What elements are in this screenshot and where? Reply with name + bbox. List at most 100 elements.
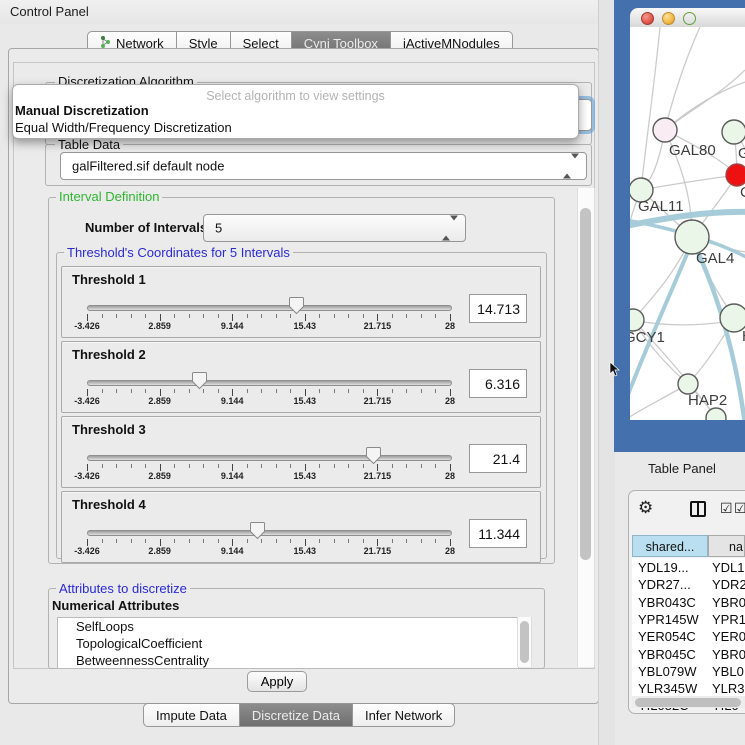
minimize-traffic-icon[interactable] [662,12,675,25]
numerical-attributes-label: Numerical Attributes [52,598,179,613]
network-node[interactable] [630,309,644,331]
attribute-list-item[interactable]: TopologicalCoefficient [58,635,518,652]
column-header-shared[interactable]: shared... [632,535,708,557]
network-window-titlebar[interactable] [630,8,745,28]
table-row-shared-name[interactable]: YBR043C [638,595,696,610]
network-node[interactable] [726,164,745,186]
numerical-attributes-list[interactable]: SelfLoopsTopologicalCoefficientBetweenne… [57,617,519,669]
attributes-scrollbar[interactable] [517,617,532,667]
apply-button[interactable]: Apply [247,671,307,692]
gear-icon[interactable]: ⚙ [638,498,653,518]
slider-tick [247,539,248,543]
slider-tick-label: -3.426 [65,321,109,331]
slider-tick [174,314,175,318]
slider-track[interactable] [87,530,452,536]
network-node[interactable] [675,220,709,254]
table-data-combo[interactable]: galFiltered.sif default node [60,152,587,180]
slider-tick [189,464,190,468]
slider-tick [102,314,103,318]
slider-track[interactable] [87,305,452,311]
vertical-scrollbar[interactable] [577,188,595,667]
slider-tick [218,389,219,393]
network-edge[interactable] [665,27,700,130]
tab-discretize-data[interactable]: Discretize Data [240,703,353,727]
network-node[interactable] [678,374,698,394]
threshold-value-field[interactable]: 21.4 [469,444,527,473]
network-node-label: GAL4 [696,250,734,267]
table-row-shared-name[interactable]: YER054C [638,629,696,644]
table-row-name[interactable]: YBL0 [712,664,744,679]
horizontal-scrollbar-thumb[interactable] [635,698,741,707]
slider-tick [421,389,422,393]
table-data-value: galFiltered.sif default node [72,159,224,174]
column-header-name[interactable]: na [708,535,745,557]
algorithm-hint: Select algorithm to view settings [13,89,578,103]
slider-track[interactable] [87,455,452,461]
attributes-scrollbar-thumb[interactable] [520,621,529,663]
slider-tick [392,314,393,318]
network-node-label: GA [738,145,745,162]
network-graph[interactable]: GAL80GACGAL11GAL4GCY1HHAP2 [630,27,745,420]
slider-tick [406,464,407,468]
slider-tick [377,464,378,471]
interval-definition-title: Interval Definition [56,189,162,204]
vertical-scrollbar-thumb[interactable] [580,208,591,560]
tab-impute-data[interactable]: Impute Data [143,703,240,727]
slider-handle[interactable] [365,446,382,465]
table-row-name[interactable]: YDL1 [712,560,745,575]
threshold-panel-1: Threshold 1-3.4262.8599.14415.4321.71528… [61,266,541,338]
column-layout-icon[interactable] [690,501,706,517]
threshold-value-field[interactable]: 6.316 [469,369,527,398]
slider-tick [276,314,277,318]
slider-tick [131,464,132,468]
slider-tick [450,464,451,471]
slider-tick-label: 28 [428,546,472,556]
algorithm-dropdown-popup: Select algorithm to view settings Manual… [12,84,579,139]
table-row-name[interactable]: YBR0 [712,647,745,662]
table-row-shared-name[interactable]: YPR145W [638,612,699,627]
attribute-list-item[interactable]: BetweennessCentrality [58,652,518,669]
table-row-shared-name[interactable]: YLR345W [638,681,697,696]
menu-item-equal-width-frequency[interactable]: Equal Width/Frequency Discretization [15,120,232,135]
network-node[interactable] [706,408,726,420]
network-node[interactable] [653,118,677,142]
horizontal-scrollbar[interactable] [632,696,745,708]
checkbox-icon[interactable]: ☑ [734,500,745,517]
table-row-shared-name[interactable]: YBR045C [638,647,696,662]
slider-tick [435,389,436,393]
slider-tick [319,464,320,468]
slider-handle[interactable] [191,371,208,390]
threshold-value-field[interactable]: 14.713 [469,294,527,323]
zoom-traffic-icon[interactable] [683,12,696,25]
network-node-label: HAP2 [688,392,727,409]
table-row-shared-name[interactable]: YBL079W [638,664,697,679]
slider-tick [218,539,219,543]
close-traffic-icon[interactable] [641,12,654,25]
menu-item-manual-discretization[interactable]: Manual Discretization [15,103,149,118]
tab-infer-network[interactable]: Infer Network [353,703,455,727]
slider-handle[interactable] [288,296,305,315]
table-row-shared-name[interactable]: YDL19... [638,560,689,575]
table-row-shared-name[interactable]: YDR27... [638,577,691,592]
table-row-name[interactable]: YER0 [712,629,745,644]
threshold-value-field[interactable]: 11.344 [469,519,527,548]
slider-tick [334,464,335,468]
network-edge[interactable] [641,175,737,190]
slider-handle[interactable] [249,521,266,540]
slider-tick [261,389,262,393]
combo-arrows-icon [563,159,579,174]
table-row-name[interactable]: YLR3 [712,681,745,696]
slider-tick-label: -3.426 [65,546,109,556]
slider-tick-label: 2.859 [138,546,182,556]
network-node[interactable] [722,120,745,144]
network-edge[interactable] [641,27,660,190]
slider-track[interactable] [87,380,452,386]
attribute-list-item[interactable]: SelfLoops [58,618,518,635]
table-row-name[interactable]: YBR0 [712,595,745,610]
checkbox-icon[interactable]: ☑ [720,500,733,517]
table-row-name[interactable]: YDR2 [712,577,745,592]
slider-tick [203,389,204,393]
slider-tick [218,314,219,318]
number-of-intervals-combo[interactable]: 5 [203,214,466,242]
table-row-name[interactable]: YPR1 [712,612,745,627]
